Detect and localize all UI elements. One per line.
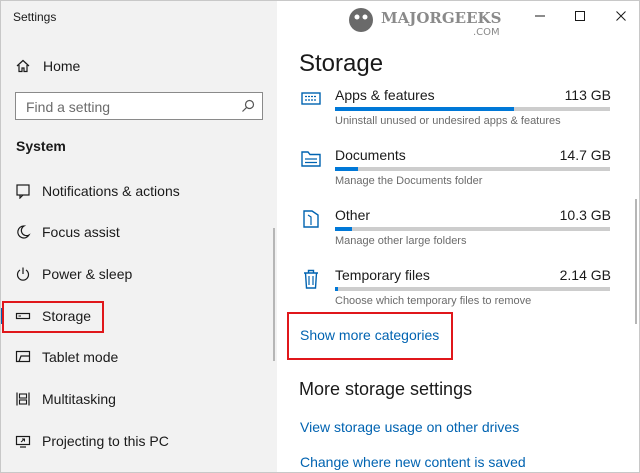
sidebar-item-notifications[interactable]: Notifications & actions [1,176,277,206]
storage-category-apps[interactable]: Apps & features 113 GB Uninstall unused … [299,87,611,143]
svg-text:MAJORGEEKS: MAJORGEEKS [381,9,501,27]
home-nav-item[interactable]: Home [15,55,80,77]
minimize-icon [535,15,545,17]
category-name: Other [335,207,371,223]
category-description: Choose which temporary files to remove [335,295,532,307]
highlight-box-storage [2,301,104,333]
category-size: 10.3 GB [559,207,611,223]
sidebar-item-label: Power & sleep [42,266,133,282]
search-placeholder: Find a setting [26,99,111,115]
power-icon [16,267,30,281]
maximize-button[interactable] [570,7,590,25]
category-description: Uninstall unused or undesired apps & fea… [335,115,561,127]
sidebar-item-label: Tablet mode [42,349,119,365]
sidebar-item-power-sleep[interactable]: Power & sleep [1,259,277,289]
window-title: Settings [13,10,57,24]
apps-icon [301,92,321,105]
change-new-content-location-link[interactable]: Change where new content is saved [300,454,526,470]
category-size: 14.7 GB [559,147,611,163]
page-title: Storage [299,50,384,77]
sidebar-item-projecting[interactable]: Projecting to this PC [1,426,277,456]
usage-bar [335,167,610,171]
home-label: Home [43,58,81,74]
category-name: Documents [335,147,406,163]
moon-icon [17,225,31,239]
majorgeeks-logo: MAJORGEEKS .COM [349,8,501,38]
category-name: Apps & features [335,87,435,103]
usage-bar-fill [335,107,514,111]
category-size: 2.14 GB [559,267,611,283]
sidebar-item-label: Notifications & actions [42,183,180,199]
usage-bar [335,227,610,231]
sidebar-item-focus-assist[interactable]: Focus assist [1,217,277,247]
notification-icon [16,184,30,199]
usage-bar [335,107,610,111]
more-storage-settings-heading: More storage settings [299,379,473,399]
section-title-system: System [16,138,66,154]
search-icon[interactable] [241,99,255,113]
sidebar: Settings Home Find a setting System Noti… [1,1,277,472]
minimize-button[interactable] [530,7,550,25]
sidebar-item-tablet-mode[interactable]: Tablet mode [1,342,277,372]
category-description: Manage the Documents folder [335,175,483,187]
trash-icon [304,269,318,289]
folder-icon [301,151,321,167]
usage-bar-fill [335,167,359,171]
close-button[interactable] [611,7,631,25]
category-description: Manage other large folders [335,235,467,247]
svg-text:.COM: .COM [473,27,500,38]
usage-bar-fill [335,287,339,291]
highlight-box-show-more [287,312,453,360]
main-scrollbar[interactable] [635,199,637,324]
usage-bar-fill [335,227,352,231]
storage-category-other[interactable]: Other 10.3 GB Manage other large folders [299,207,611,263]
sidebar-item-label: Focus assist [42,224,120,240]
other-icon [303,210,319,228]
view-storage-other-drives-link[interactable]: View storage usage on other drives [300,419,519,435]
close-icon [616,11,626,21]
sidebar-item-label: Multitasking [42,391,116,407]
category-name: Temporary files [335,267,430,283]
sidebar-item-multitasking[interactable]: Multitasking [1,384,277,414]
sidebar-scrollbar[interactable] [273,228,275,361]
category-size: 113 GB [564,87,611,103]
settings-window: Settings Home Find a setting System Noti… [0,0,640,473]
tablet-icon [15,350,31,363]
multitasking-icon [16,392,30,406]
home-icon [16,59,30,73]
maximize-icon [575,11,585,21]
search-input[interactable]: Find a setting [15,92,263,120]
project-icon [15,435,31,448]
sidebar-item-label: Projecting to this PC [42,433,169,449]
usage-bar [335,287,610,291]
storage-category-documents[interactable]: Documents 14.7 GB Manage the Documents f… [299,147,611,203]
